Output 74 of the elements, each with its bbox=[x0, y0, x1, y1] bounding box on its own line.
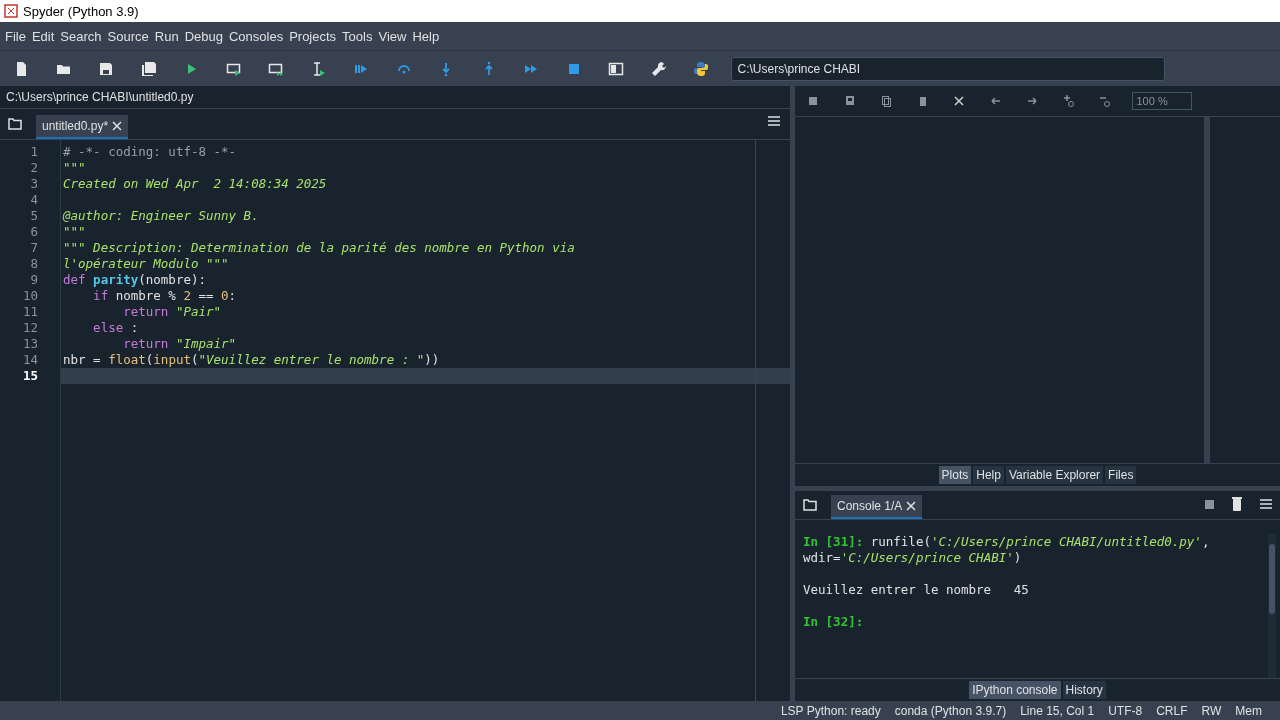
python-icon[interactable] bbox=[693, 60, 709, 77]
code-line: @author: Engineer Sunny B. bbox=[62, 208, 260, 224]
zoom-field[interactable]: 100 % bbox=[1131, 92, 1192, 110]
code-line: """ bbox=[62, 224, 87, 240]
menu-item[interactable]: View bbox=[375, 28, 410, 44]
code-line: else : bbox=[92, 320, 140, 336]
code-line: return "Impair" bbox=[122, 336, 238, 352]
menu-item[interactable]: Consoles bbox=[225, 28, 287, 44]
pane-tab[interactable]: History bbox=[1062, 681, 1106, 699]
file-path: C:\Users\prince CHABI\untitled0.py bbox=[6, 90, 194, 104]
line-number: 15 bbox=[21, 368, 39, 384]
scrollbar-thumb[interactable] bbox=[1269, 544, 1275, 614]
menu-item[interactable]: Debug bbox=[181, 28, 226, 44]
code-line: def parity(nombre): bbox=[62, 272, 207, 288]
window-title: Spyder (Python 3.9) bbox=[23, 3, 139, 19]
pane-tab[interactable]: Help bbox=[973, 466, 1004, 484]
close-icon[interactable] bbox=[112, 121, 123, 131]
code-line: return "Pair" bbox=[122, 304, 223, 320]
line-number: 14 bbox=[21, 352, 39, 368]
menu-item[interactable]: Help bbox=[409, 28, 443, 44]
menu-icon[interactable] bbox=[768, 116, 780, 126]
menu-item[interactable]: File bbox=[2, 28, 29, 44]
working-directory-field[interactable]: C:\Users\prince CHABI bbox=[730, 56, 1165, 81]
menu-item[interactable]: Edit bbox=[28, 28, 58, 44]
code-line: l'opérateur Modulo """ bbox=[62, 256, 230, 272]
code-line: """ Description: Determination de la parité des nombre en Python via bbox=[62, 240, 576, 256]
line-number: 13 bbox=[21, 336, 39, 352]
menu-icon[interactable] bbox=[1260, 499, 1272, 509]
line-number: 9 bbox=[29, 272, 39, 288]
menu-item[interactable]: Run bbox=[151, 28, 182, 44]
line-number: 1 bbox=[29, 144, 39, 160]
console-line: Veuillez entrer le nombre 45 bbox=[802, 582, 1030, 598]
browse-tabs-icon[interactable] bbox=[8, 118, 22, 130]
console-line: In [32]: bbox=[802, 614, 865, 630]
editor-tab[interactable]: untitled0.py* bbox=[36, 115, 129, 139]
menu-item[interactable]: Tools bbox=[339, 28, 376, 44]
console-line: wdir='C:/Users/prince CHABI') bbox=[802, 550, 1023, 566]
menu-item[interactable]: Source bbox=[104, 28, 152, 44]
stop-icon[interactable] bbox=[1205, 499, 1214, 509]
maximize-pane-icon[interactable] bbox=[608, 60, 624, 77]
menu-item[interactable]: Projects bbox=[286, 28, 340, 44]
code-line: if nombre % 2 == 0: bbox=[92, 288, 238, 304]
wrench-icon[interactable] bbox=[650, 60, 667, 77]
line-number: 10 bbox=[21, 288, 39, 304]
line-number: 7 bbox=[29, 240, 39, 256]
code-line: nbr = float(input("Veuillez entrer le nombre : ")) bbox=[62, 352, 441, 368]
close-icon[interactable] bbox=[906, 501, 917, 511]
app-icon bbox=[4, 4, 18, 18]
line-number: 11 bbox=[21, 304, 39, 320]
line-number: 12 bbox=[21, 320, 39, 336]
status-item: Mem bbox=[1235, 704, 1262, 718]
pane-tab[interactable]: Plots bbox=[938, 466, 972, 484]
status-item: RW bbox=[1201, 704, 1222, 718]
code-line: # -*- coding: utf-8 -*- bbox=[62, 144, 238, 160]
code-line: """ bbox=[62, 160, 87, 176]
status-item: LSP Python: ready bbox=[780, 704, 881, 718]
line-number: 4 bbox=[29, 192, 39, 208]
line-number: 6 bbox=[29, 224, 39, 240]
status-item: conda (Python 3.9.7) bbox=[894, 704, 1007, 718]
pane-tab[interactable]: Variable Explorer bbox=[1005, 466, 1104, 484]
status-item: Line 15, Col 1 bbox=[1020, 704, 1095, 718]
line-number: 5 bbox=[29, 208, 39, 224]
menu-item[interactable]: Search bbox=[57, 28, 105, 44]
pane-tab[interactable]: Files bbox=[1105, 466, 1137, 484]
status-item: CRLF bbox=[1156, 704, 1188, 718]
line-number: 3 bbox=[29, 176, 39, 192]
pane-tab[interactable]: IPython console bbox=[969, 681, 1061, 699]
console-tab[interactable]: Console 1/A bbox=[831, 495, 923, 519]
browse-tabs-icon[interactable] bbox=[803, 499, 817, 511]
line-number: 2 bbox=[29, 160, 39, 176]
console-line: In [31]: runfile('C:/Users/prince CHABI/untitled0.py', bbox=[802, 534, 1211, 550]
line-number: 8 bbox=[29, 256, 39, 272]
code-line: Created on Wed Apr 2 14:08:34 2025 bbox=[62, 176, 328, 192]
status-item: UTF-8 bbox=[1108, 704, 1143, 718]
